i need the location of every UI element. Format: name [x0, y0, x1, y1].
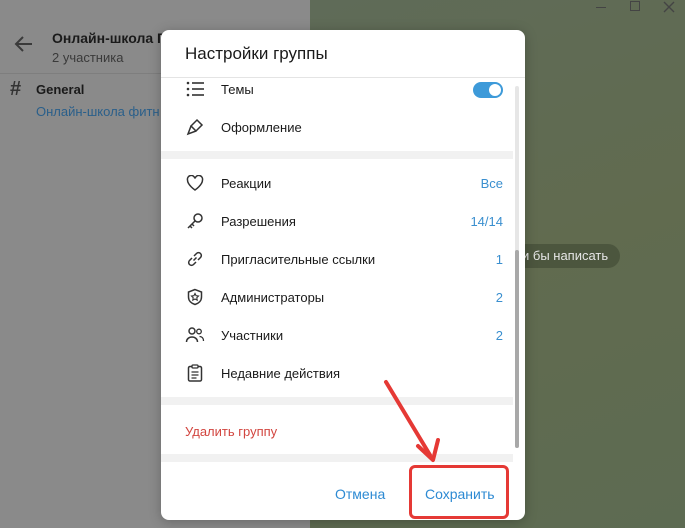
settings-item-label: Пригласительные ссылки — [221, 251, 376, 267]
chat-title: Онлайн-школа П — [52, 30, 168, 46]
settings-item-appearance[interactable]: Оформление — [161, 108, 511, 146]
heart-icon — [185, 173, 205, 193]
settings-item-value: 2 — [495, 327, 503, 343]
hash-icon: # — [10, 78, 22, 100]
section-separator — [161, 151, 513, 159]
settings-item-administrators[interactable]: Администраторы 2 — [161, 278, 511, 316]
settings-item-recent-actions[interactable]: Недавние действия — [161, 354, 511, 392]
settings-item-label: Недавние действия — [221, 365, 341, 381]
settings-item-value: 2 — [495, 289, 503, 305]
settings-item-label: Оформление — [221, 119, 302, 135]
settings-item-label: Администраторы — [221, 289, 325, 305]
dialog-title: Настройки группы — [185, 44, 328, 63]
key-icon — [185, 211, 205, 231]
settings-item-label: Темы — [221, 81, 254, 97]
settings-item-value: 1 — [495, 251, 503, 267]
section-separator — [161, 454, 513, 462]
people-icon — [185, 325, 205, 345]
brush-icon — [185, 117, 205, 137]
settings-item-permissions[interactable]: Разрешения 14/14 — [161, 202, 511, 240]
close-icon[interactable] — [662, 0, 676, 14]
list-icon — [185, 79, 205, 99]
admin-shield-icon — [185, 287, 205, 307]
settings-item-topics[interactable]: Темы — [161, 70, 511, 108]
topic-name[interactable]: General — [36, 82, 84, 97]
delete-group-button[interactable]: Удалить группу — [161, 412, 511, 450]
maximize-icon[interactable] — [630, 1, 640, 11]
cancel-button[interactable]: Отмена — [335, 486, 385, 502]
minimize-icon[interactable] — [596, 7, 606, 8]
link-icon — [185, 249, 205, 269]
settings-item-value: 14/14 — [470, 213, 503, 229]
settings-item-label: Участники — [221, 327, 284, 343]
chat-subtitle: 2 участника — [52, 50, 124, 65]
settings-item-invite-links[interactable]: Пригласительные ссылки 1 — [161, 240, 511, 278]
settings-item-value: Все — [480, 175, 503, 191]
topic-subtitle: Онлайн-школа фитн — [36, 104, 160, 119]
scrollbar-thumb[interactable] — [515, 250, 519, 448]
settings-item-members[interactable]: Участники 2 — [161, 316, 511, 354]
save-highlight-box — [409, 465, 509, 519]
clipboard-icon — [185, 363, 205, 383]
settings-item-label: Разрешения — [221, 213, 296, 229]
group-settings-dialog: Настройки группы Темы Оформление Реакции… — [161, 30, 525, 520]
delete-group-label: Удалить группу — [185, 423, 278, 439]
back-arrow-icon[interactable] — [12, 32, 36, 56]
settings-item-reactions[interactable]: Реакции Все — [161, 164, 511, 202]
section-separator — [161, 397, 513, 405]
topics-toggle[interactable] — [473, 82, 503, 98]
settings-item-label: Реакции — [221, 175, 272, 191]
